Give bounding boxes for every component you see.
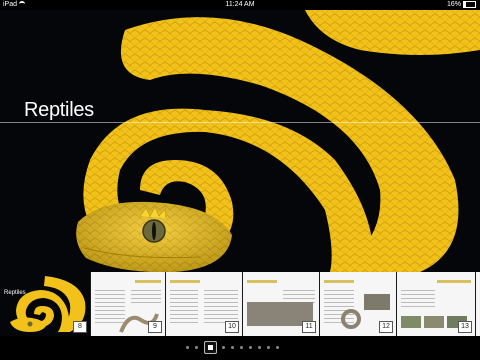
thumbnail-page[interactable]: 9 bbox=[91, 272, 165, 336]
thumb-text bbox=[204, 290, 238, 324]
thumbnail-partial[interactable] bbox=[476, 272, 480, 336]
status-bar: iPad 11:24 AM 16% bbox=[0, 0, 480, 10]
page-number: 13 bbox=[458, 321, 472, 333]
page-dot[interactable] bbox=[195, 346, 198, 349]
page-indicator[interactable] bbox=[0, 336, 480, 360]
thumb-photo bbox=[364, 294, 390, 310]
snake-illustration bbox=[76, 10, 480, 272]
thumb-snake-image bbox=[341, 309, 361, 329]
page-dot[interactable] bbox=[240, 346, 243, 349]
thumb-text bbox=[131, 290, 161, 304]
hero-image[interactable]: Reptiles bbox=[0, 10, 480, 272]
thumb-photo bbox=[424, 316, 444, 328]
thumbnail-page[interactable]: 11 bbox=[243, 272, 319, 336]
page-dot[interactable] bbox=[276, 346, 279, 349]
battery-percent: 16% bbox=[446, 1, 461, 8]
thumb-header bbox=[170, 280, 200, 283]
title-divider bbox=[0, 122, 480, 123]
current-page-indicator[interactable] bbox=[204, 341, 217, 354]
page-number: 9 bbox=[148, 321, 162, 333]
battery-icon bbox=[463, 0, 476, 8]
thumb-header bbox=[437, 280, 471, 283]
page-dot[interactable] bbox=[267, 346, 270, 349]
thumbnail-page[interactable]: 10 bbox=[166, 272, 242, 336]
thumbnail-strip[interactable]: Reptiles 8 9 10 11 12 13 bbox=[0, 272, 480, 336]
page-dot[interactable] bbox=[222, 346, 225, 349]
thumb-photo bbox=[401, 316, 421, 328]
thumb-text bbox=[170, 290, 198, 324]
thumb-header bbox=[135, 280, 161, 283]
thumb-header bbox=[247, 280, 277, 283]
status-battery: 16% bbox=[447, 0, 476, 10]
page-dot[interactable] bbox=[249, 346, 252, 349]
page-number: 10 bbox=[225, 321, 239, 333]
page-dot[interactable] bbox=[186, 346, 189, 349]
page-number: 8 bbox=[73, 321, 87, 333]
thumbnail-page[interactable]: 12 bbox=[320, 272, 396, 336]
thumb-header bbox=[324, 280, 354, 283]
page-number: 12 bbox=[379, 321, 393, 333]
page-title: Reptiles bbox=[24, 99, 94, 121]
thumbnail-page[interactable]: 13 bbox=[397, 272, 475, 336]
page-dot[interactable] bbox=[231, 346, 234, 349]
status-time: 11:24 AM bbox=[225, 1, 255, 8]
page-number: 11 bbox=[302, 321, 316, 333]
thumbnail-cover[interactable]: Reptiles 8 bbox=[0, 272, 90, 336]
thumb-text bbox=[401, 290, 435, 310]
cover-title: Reptiles bbox=[4, 290, 26, 296]
page-dot[interactable] bbox=[258, 346, 261, 349]
